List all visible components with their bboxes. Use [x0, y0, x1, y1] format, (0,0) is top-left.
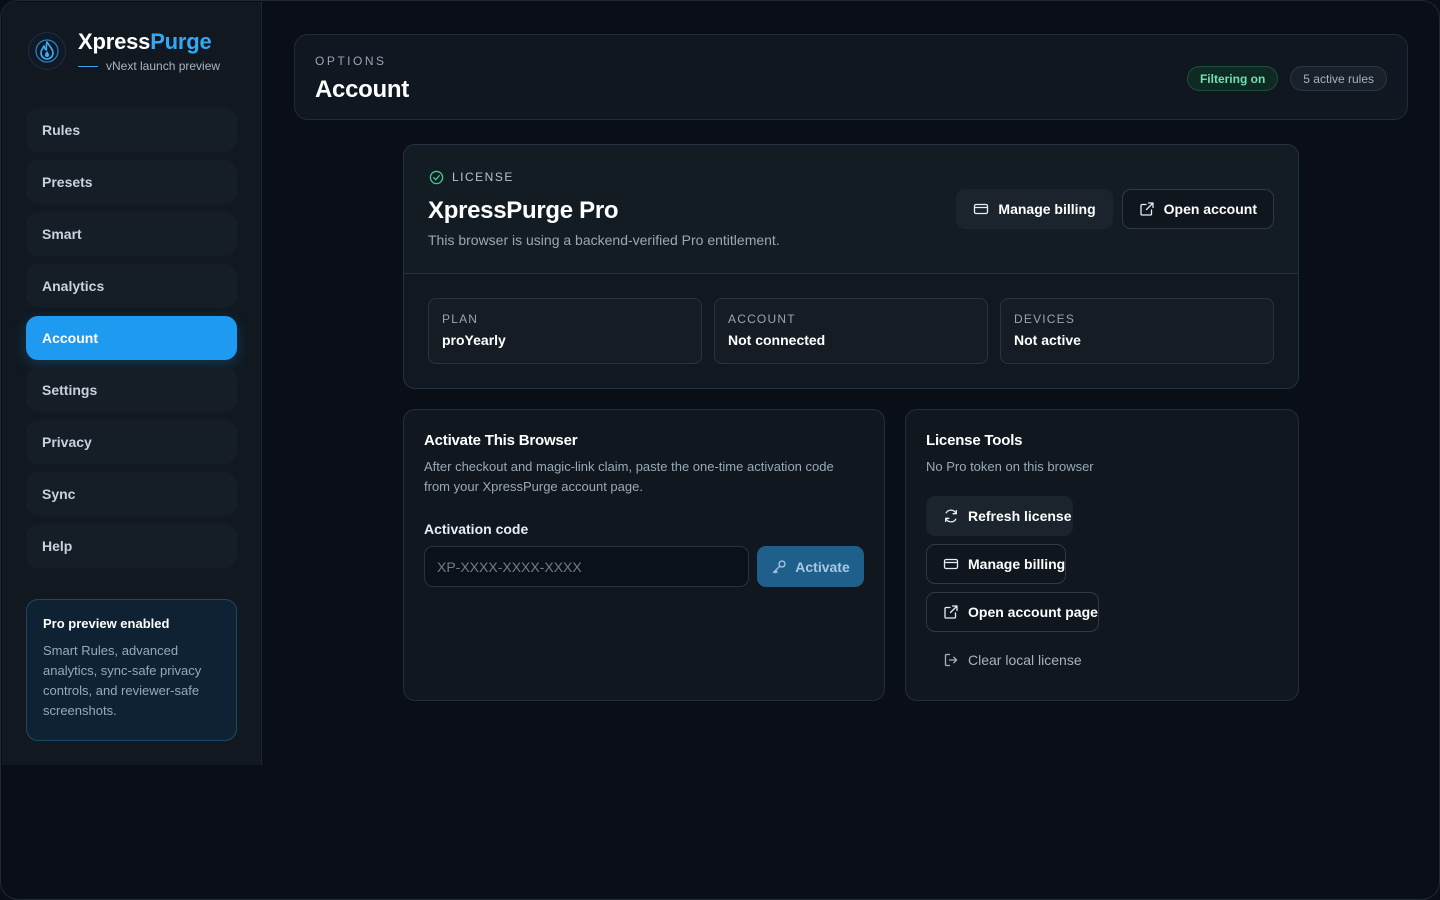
- tools-description: No Pro token on this browser: [926, 459, 1094, 474]
- active-rules-badge: 5 active rules: [1290, 66, 1387, 91]
- tools-manage-billing-button[interactable]: Manage billing: [926, 544, 1067, 584]
- activation-code-label: Activation code: [424, 521, 529, 537]
- license-eyebrow: LICENSE: [428, 169, 514, 185]
- external-link-icon: [1139, 201, 1155, 217]
- activate-description: After checkout and magic-link claim, pas…: [424, 459, 834, 494]
- pro-preview-card: Pro preview enabled Smart Rules, advance…: [26, 599, 237, 741]
- page-title: Account: [315, 76, 409, 103]
- activation-code-input[interactable]: [424, 546, 749, 587]
- license-description: This browser is using a backend-verified…: [428, 232, 780, 248]
- license-title: XpressPurge Pro: [428, 197, 619, 224]
- external-link-icon: [943, 604, 959, 620]
- sidebar-item-label: Analytics: [42, 278, 105, 294]
- promo-text: Smart Rules, advanced analytics, sync-sa…: [43, 643, 202, 718]
- clear-local-license-button[interactable]: Clear local license: [926, 640, 1083, 680]
- logout-icon: [943, 652, 959, 668]
- sidebar-item-label: Help: [42, 538, 73, 554]
- license-tools-card: License Tools No Pro token on this brows…: [905, 409, 1299, 701]
- sidebar-item-analytics[interactable]: Analytics: [26, 264, 237, 308]
- key-icon: [771, 559, 787, 575]
- promo-title: Pro preview enabled: [43, 616, 170, 631]
- open-account-page-button[interactable]: Open account page: [926, 592, 1099, 632]
- page-header: OPTIONS Account Filtering on 5 active ru…: [294, 34, 1408, 120]
- sidebar-item-privacy[interactable]: Privacy: [26, 420, 237, 464]
- sidebar-item-sync[interactable]: Sync: [26, 472, 237, 516]
- tools-title: License Tools: [926, 432, 1023, 449]
- app-window: XpressPurge vNext launch preview Rules P…: [0, 0, 1440, 900]
- refresh-icon: [943, 508, 959, 524]
- sidebar-item-rules[interactable]: Rules: [26, 108, 237, 152]
- manage-billing-button[interactable]: Manage billing: [956, 189, 1113, 229]
- sidebar-item-label: Privacy: [42, 434, 92, 450]
- sidebar-item-settings[interactable]: Settings: [26, 368, 237, 412]
- refresh-license-button[interactable]: Refresh license: [926, 496, 1073, 536]
- sidebar-item-presets[interactable]: Presets: [26, 160, 237, 204]
- flame-drop-icon: [28, 32, 66, 70]
- plan-stat: PLAN proYearly: [428, 298, 702, 364]
- sidebar-item-help[interactable]: Help: [26, 524, 237, 568]
- sidebar-item-label: Smart: [42, 226, 82, 242]
- page-eyebrow: OPTIONS: [315, 54, 387, 68]
- sidebar-item-label: Settings: [42, 382, 98, 398]
- sidebar-item-label: Rules: [42, 122, 81, 138]
- sidebar-item-label: Account: [42, 330, 98, 346]
- activate-title: Activate This Browser: [424, 432, 578, 449]
- license-card: LICENSE XpressPurge Pro This browser is …: [403, 144, 1299, 389]
- filtering-status-badge: Filtering on: [1186, 66, 1279, 91]
- sidebar-item-smart[interactable]: Smart: [26, 212, 237, 256]
- sidebar-item-label: Sync: [42, 486, 76, 502]
- sidebar: XpressPurge vNext launch preview Rules P…: [2, 2, 262, 765]
- brand-subtitle: vNext launch preview: [78, 59, 220, 73]
- brand-name: XpressPurge: [78, 29, 212, 54]
- activate-button[interactable]: Activate: [757, 546, 864, 587]
- devices-stat: DEVICES Not active: [1000, 298, 1274, 364]
- brand: XpressPurge vNext launch preview: [28, 30, 220, 73]
- sidebar-nav: Rules Presets Smart Analytics Account Se…: [26, 108, 237, 576]
- check-circle-icon: [428, 169, 444, 185]
- account-stat: ACCOUNT Not connected: [714, 298, 988, 364]
- credit-card-icon: [943, 556, 959, 572]
- open-account-button[interactable]: Open account: [1121, 189, 1274, 229]
- credit-card-icon: [973, 201, 989, 217]
- sidebar-item-account[interactable]: Account: [26, 316, 237, 360]
- sidebar-item-label: Presets: [42, 174, 93, 190]
- activate-browser-card: Activate This Browser After checkout and…: [403, 409, 885, 701]
